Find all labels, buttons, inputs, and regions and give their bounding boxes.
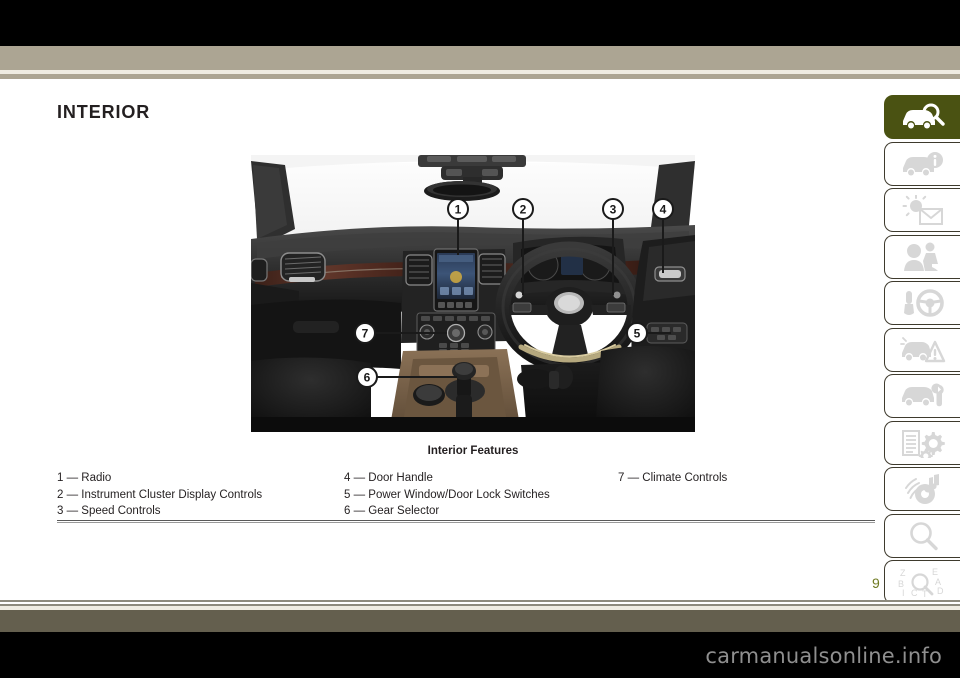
dashboard-lights-mail-icon — [902, 195, 943, 225]
svg-text:5: 5 — [634, 327, 641, 341]
legend-column-3: 7 — Climate Controls — [618, 470, 727, 487]
legend-item: 3 — Speed Controls — [57, 505, 161, 517]
top-beige-band — [0, 46, 960, 70]
figure-callout-5: 5 — [626, 322, 648, 344]
key-steering-wheel-icon — [903, 289, 944, 317]
page-number: 9 — [872, 575, 880, 591]
watermark: carmanualsonline.info — [705, 644, 942, 668]
figure-callout-2: 2 — [512, 198, 534, 220]
legend-divider — [57, 520, 875, 521]
svg-text:2: 2 — [520, 203, 527, 217]
sidebar-tab-contents[interactable] — [884, 513, 960, 558]
legend-divider-shadow — [57, 522, 875, 523]
svg-text:3: 3 — [610, 203, 617, 217]
figure-callout-3: 3 — [602, 198, 624, 220]
list-gears-icon — [901, 429, 945, 458]
legend-item: 2 — Instrument Cluster Display Controls — [57, 488, 263, 501]
multimedia-note-icon — [904, 474, 939, 504]
page-title: INTERIOR — [57, 102, 151, 122]
index-letter-d: D — [937, 586, 944, 596]
svg-text:7: 7 — [362, 327, 369, 341]
svg-text:4: 4 — [660, 203, 667, 217]
magnifier-icon — [909, 521, 938, 550]
index-letter-e: E — [932, 567, 938, 577]
legend-item: 6 — Gear Selector — [344, 505, 440, 517]
chapter-tab-sidebar: Z B I C T E A D — [884, 95, 960, 607]
legend-column-2: 4 — Door Handle 5 — Power Window/Door Lo… — [344, 470, 550, 520]
sidebar-tab-multimedia[interactable] — [884, 467, 960, 511]
figure-callout-4: 4 — [652, 198, 674, 220]
sidebar-tab-getting-to-know-vehicle[interactable] — [884, 141, 960, 186]
legend-item: 4 — Door Handle — [344, 472, 433, 484]
bottom-olive-band — [0, 610, 960, 632]
svg-text:1: 1 — [455, 203, 462, 217]
sidebar-tab-emergencies[interactable] — [884, 327, 960, 372]
sidebar-tab-starting-operating[interactable] — [884, 281, 960, 325]
sidebar-tab-technical-specifications[interactable] — [884, 420, 960, 465]
manual-page: INTERIOR 1 2 3 4 5 6 7 Interior Features… — [0, 82, 880, 600]
svg-text:6: 6 — [364, 371, 371, 385]
legend-item: 1 — Radio — [57, 472, 112, 484]
figure-caption: Interior Features — [427, 445, 519, 457]
legend-item: 5 — Power Window/Door Lock Switches — [344, 488, 550, 501]
occupant-safety-icon — [903, 242, 938, 271]
vehicle-interior-photo: 1 2 3 4 5 6 7 — [251, 155, 695, 432]
sidebar-tab-index[interactable]: Z B I C T E A D — [884, 560, 960, 604]
figure-callout-6: 6 — [356, 366, 378, 388]
sidebar-tab-introduction[interactable] — [884, 95, 960, 139]
alphabet-index-icon: Z B I C T E A D — [898, 567, 944, 598]
car-info-icon — [902, 151, 943, 175]
sidebar-tab-safety[interactable] — [884, 234, 960, 279]
legend-item: 7 — Climate Controls — [618, 472, 728, 484]
index-letter-z: Z — [900, 568, 906, 578]
top-black-band — [0, 0, 960, 46]
car-wrench-icon — [901, 383, 944, 407]
interior-figure: 1 2 3 4 5 6 7 — [251, 155, 695, 432]
legend-column-1: 1 — Radio 2 — Instrument Cluster Display… — [57, 470, 262, 520]
figure-callout-1: 1 — [447, 198, 469, 220]
car-warning-triangle-icon — [899, 336, 945, 362]
figure-callout-7: 7 — [354, 322, 376, 344]
sidebar-tab-servicing-maintenance[interactable] — [884, 374, 960, 418]
car-magnifier-icon — [902, 103, 945, 129]
sidebar-tab-instrument-panel[interactable] — [884, 188, 960, 232]
index-letter-i: I — [902, 588, 905, 598]
